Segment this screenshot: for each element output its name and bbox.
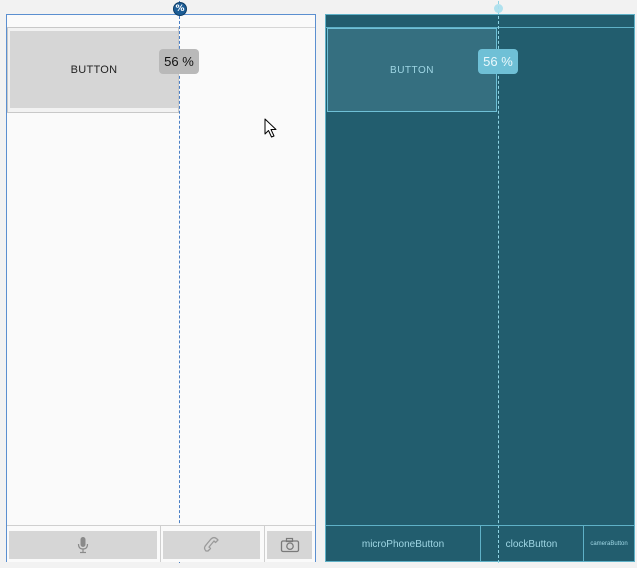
blueprint-camera-button[interactable]: cameraButton [584,526,634,562]
mouse-cursor-icon [264,118,277,138]
microphone-button[interactable] [9,531,157,559]
blueprint-guide-handle-icon[interactable] [494,4,503,13]
blueprint-microphone-button[interactable]: microPhoneButton [326,526,480,562]
design-bottom-bar [7,525,315,562]
microphone-icon [77,537,89,554]
blueprint-percent-badge: 56 % [478,49,518,74]
blueprint-view-canvas[interactable]: BUTTON 56 % microPhoneButton clockButton… [325,1,635,563]
camera-button[interactable] [267,531,312,559]
phone-icon [203,536,219,552]
phone-button[interactable] [163,531,260,559]
design-view-canvas[interactable]: BUTTON % 56 % [6,1,316,563]
blueprint-button[interactable]: BUTTON [327,28,497,112]
blueprint-clock-button[interactable]: clockButton [481,526,582,562]
vertical-percent-guideline[interactable] [179,1,180,563]
bottom-bar-divider [160,526,161,562]
blueprint-bottom-bar: microPhoneButton clockButton cameraButto… [326,525,634,562]
design-button[interactable]: BUTTON [10,31,178,108]
design-percent-badge: 56 % [159,49,199,74]
camera-icon [280,537,299,553]
design-button-bounds: BUTTON [7,27,179,113]
bottom-bar-divider [264,526,265,562]
percent-guide-handle-icon[interactable]: % [173,2,187,16]
blueprint-vertical-guideline[interactable] [498,1,499,563]
